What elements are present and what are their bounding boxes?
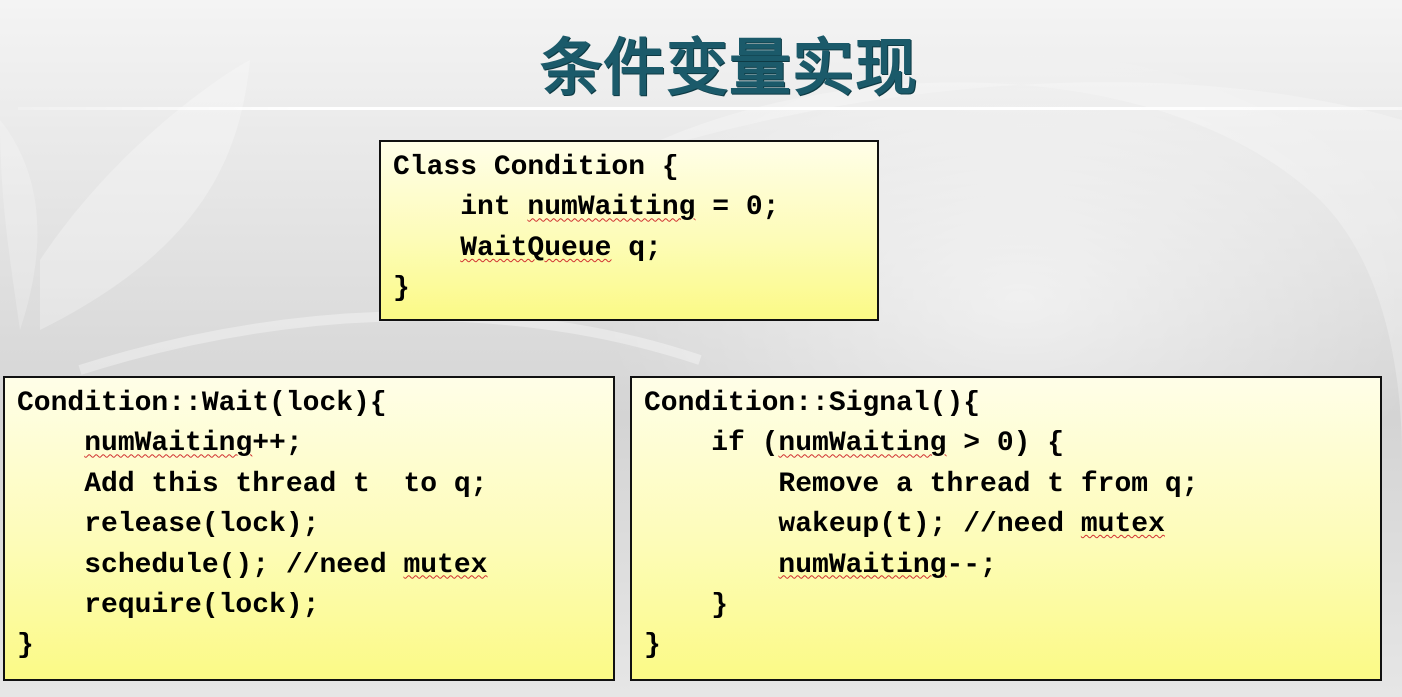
code-text: Condition::Signal(){ [644, 388, 981, 419]
code-text: ++; [252, 428, 303, 460]
spellcheck-flagged-word: mutex [1080, 509, 1165, 541]
signal-code-line-3: Remove a thread t from q; [644, 465, 1368, 505]
title-divider [18, 107, 1402, 110]
code-text: wakeup(t); //need [644, 509, 1081, 541]
code-text: if ( [644, 428, 779, 460]
class-code-line-2: int numWaiting = 0; [393, 188, 865, 228]
spellcheck-flagged-word: WaitQueue [460, 232, 612, 264]
spellcheck-flagged-word: numWaiting [778, 428, 947, 460]
signal-method-code-box: Condition::Signal(){ if (numWaiting > 0)… [630, 376, 1382, 681]
code-text: } [644, 630, 661, 662]
wait-code-line-3: Add this thread t to q; [17, 465, 601, 505]
wait-code-line-4: release(lock); [17, 505, 601, 545]
wait-code-line-2: numWaiting++; [17, 424, 601, 464]
code-text: Class Condition { [393, 152, 679, 183]
wait-method-code-box: Condition::Wait(lock){ numWaiting++; Add… [3, 376, 615, 681]
code-text: } [644, 589, 729, 621]
class-condition-code-box: Class Condition { int numWaiting = 0; Wa… [379, 140, 879, 321]
signal-code-line-4: wakeup(t); //need mutex [644, 505, 1368, 545]
wait-code-line-5: schedule(); //need mutex [17, 546, 601, 586]
code-text: } [17, 630, 34, 662]
signal-code-line-6: } [644, 586, 1368, 626]
code-text: > 0) { [946, 428, 1065, 460]
code-text: = 0; [695, 192, 780, 224]
code-text: Add this thread t to q; [17, 468, 488, 500]
class-code-line-3: WaitQueue q; [393, 229, 865, 269]
spellcheck-flagged-word: numWaiting [84, 428, 253, 460]
code-text: int [393, 192, 528, 224]
code-text: } [393, 273, 410, 305]
code-text: require(lock); [17, 589, 320, 621]
class-code-line-4: } [393, 269, 865, 309]
signal-code-line-2: if (numWaiting > 0) { [644, 424, 1368, 464]
code-text: release(lock); [17, 509, 320, 541]
spellcheck-flagged-word: numWaiting [778, 549, 947, 581]
signal-code-line-7: } [644, 626, 1368, 666]
signal-code-line-1: Condition::Signal(){ [644, 384, 1368, 424]
code-text: Remove a thread t from q; [644, 468, 1199, 500]
wait-code-line-7: } [17, 626, 601, 666]
code-text: --; [946, 549, 997, 581]
spellcheck-flagged-word: mutex [403, 549, 488, 581]
signal-code-line-5: numWaiting--; [644, 546, 1368, 586]
code-text: Condition::Wait(lock){ [17, 388, 387, 419]
wait-code-line-1: Condition::Wait(lock){ [17, 384, 601, 424]
code-text: q; [611, 232, 662, 264]
slide-title: 条件变量实现 [539, 31, 918, 104]
class-code-line-1: Class Condition { [393, 148, 865, 188]
spellcheck-flagged-word: numWaiting [527, 192, 696, 224]
code-text: schedule(); //need [17, 549, 404, 581]
wait-code-line-6: require(lock); [17, 586, 601, 626]
